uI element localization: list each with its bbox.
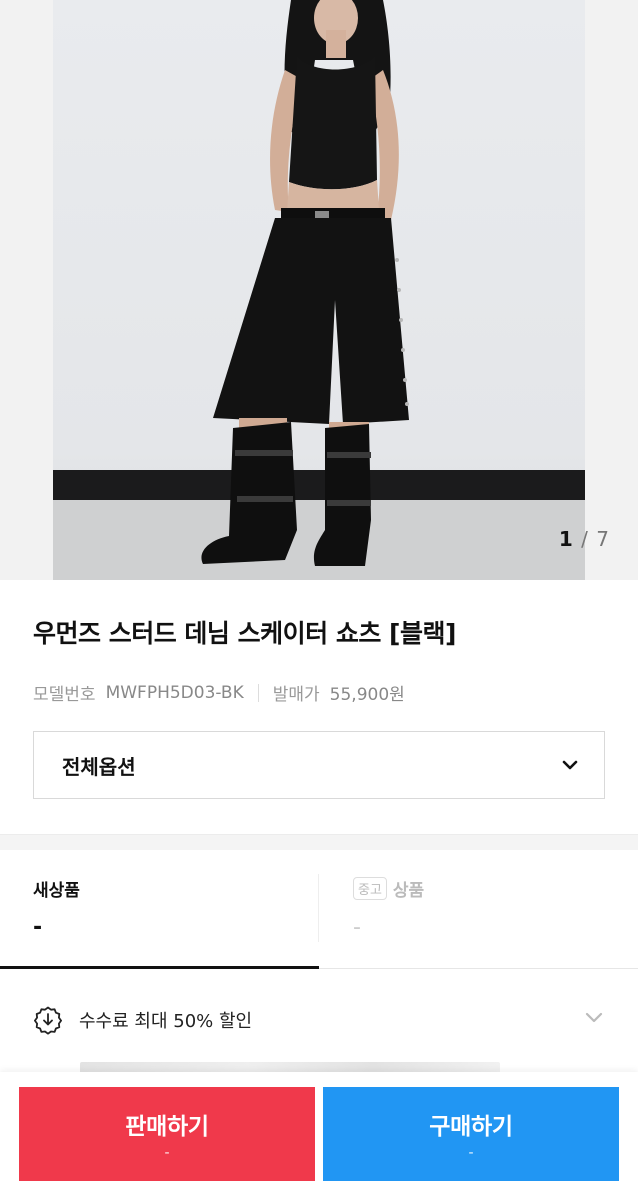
sell-button-label: 판매하기 [125, 1114, 209, 1140]
tab-new-price: - [33, 915, 43, 940]
buy-button[interactable]: 구매하기 - [323, 1087, 619, 1181]
chevron-down-icon [562, 760, 578, 770]
tab-used[interactable]: 중고 상품 - [319, 850, 638, 968]
buy-button-price: - [468, 1145, 474, 1161]
fee-discount-banner[interactable]: 수수료 최대 50% 할인 [33, 1000, 605, 1040]
condition-tabs: 새상품 - 중고 상품 - [0, 850, 638, 968]
product-meta: 모델번호 MWFPH5D03-BK 발매가 55,900원 [33, 680, 405, 706]
model-number-value: MWFPH5D03-BK [105, 682, 244, 703]
model-number-label: 모델번호 [33, 685, 96, 705]
bottom-action-bar: 판매하기 - 구매하기 - [0, 1072, 638, 1200]
image-counter-total: 7 [596, 527, 610, 551]
tab-used-label: 상품 [392, 881, 425, 901]
chevron-down-icon [585, 1012, 603, 1023]
product-photo [53, 0, 585, 580]
used-badge: 중고 [353, 877, 387, 900]
discount-download-icon [34, 1006, 62, 1035]
fee-discount-text: 수수료 최대 50% 할인 [79, 1011, 253, 1032]
tab-used-price: - [353, 915, 361, 940]
sell-button-price: - [164, 1145, 170, 1161]
release-price-label: 발매가 [272, 685, 320, 705]
meta-divider [257, 683, 259, 702]
image-counter-separator: / [581, 527, 589, 551]
tab-used-title: 중고 상품 [353, 876, 638, 901]
product-image-carousel[interactable]: 1 / 7 [0, 0, 638, 580]
image-counter-current: 1 [558, 527, 574, 551]
option-select-dropdown[interactable]: 전체옵션 [33, 731, 605, 799]
release-price-value: 55,900원 [329, 685, 405, 705]
option-select-label: 전체옵션 [62, 754, 136, 779]
tab-new[interactable]: 새상품 - [0, 850, 319, 968]
buy-button-label: 구매하기 [429, 1114, 513, 1140]
sell-button[interactable]: 판매하기 - [19, 1087, 315, 1181]
tab-active-indicator [0, 966, 319, 969]
product-title: 우먼즈 스터드 데님 스케이터 쇼츠 [블랙] [33, 619, 456, 648]
tab-new-label: 새상품 [33, 881, 80, 901]
section-divider [0, 834, 638, 850]
image-counter: 1 / 7 [559, 527, 610, 551]
